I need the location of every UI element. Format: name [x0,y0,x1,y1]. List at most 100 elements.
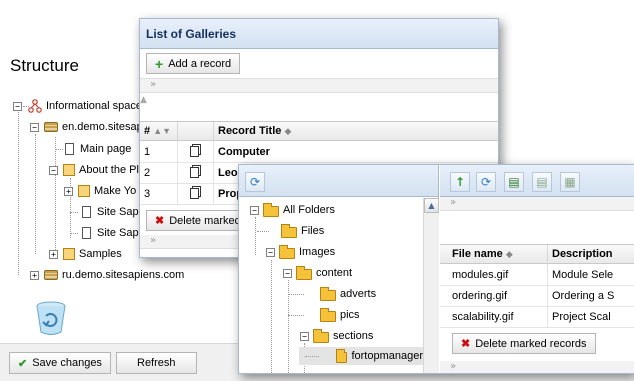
collapse-strip[interactable]: » [140,79,498,93]
file-description: Project Scal [548,307,634,327]
save-changes-button[interactable]: ✔ Save changes [9,352,111,374]
tree-label: Samples [79,248,122,260]
page-folder-icon [63,248,75,260]
folder-node-pics[interactable]: pics [288,306,360,324]
folder-node-all[interactable]: − All Folders [250,201,335,219]
add-record-button[interactable]: + Add a record [146,53,241,74]
tree-node-en-demo[interactable]: − en.demo.sitesapi [30,118,145,136]
scroll-up-icon[interactable]: ▲ [424,198,439,213]
file-row[interactable]: scalability.gif Project Scal [440,307,634,328]
galleries-title: List of Galleries [140,19,498,49]
collapse-toggle[interactable]: − [49,165,58,175]
add-record-label: Add a record [168,57,232,70]
collapse-toggle[interactable]: − [250,205,259,215]
tree-label: Informational space [46,100,142,112]
folder-up-icon[interactable]: ↑ [450,172,470,192]
folder-icon [336,349,348,363]
tree-node-site-sapi-2[interactable]: Site Sapi [70,224,141,242]
delete-marked-records-button[interactable]: ✖ Delete marked records [452,333,596,354]
network-icon [28,99,42,113]
folder-toolbar: ⟳ [239,165,438,197]
tree-connector [288,294,304,295]
collapse-toggle[interactable]: − [30,122,39,132]
refresh-files-icon[interactable]: ⟳ [476,172,496,192]
file-row[interactable]: ordering.gif Ordering a S [440,286,634,307]
galleries-grid-header: # ▲▼ Record Title ◆ [140,121,498,142]
folder-icon [320,287,336,301]
refresh-folders-icon[interactable]: ⟳ [245,172,265,192]
folder-node-files[interactable]: Files [257,222,325,240]
tree-label: Main page [80,143,132,155]
expand-arrows-icon: » [450,361,457,372]
tree-node-about[interactable]: − About the Pl [49,161,139,179]
tree-label: en.demo.sitesapi [62,121,146,133]
column-header-icon [178,122,214,142]
expand-arrows-icon: » [150,79,157,90]
collapse-toggle[interactable]: − [283,268,292,278]
delete-marked-label: Delete marked [169,214,241,227]
row-title: Computer [214,142,498,162]
expand-toggle[interactable]: + [64,186,73,196]
folder-icon [279,245,295,259]
tree-node-make-your[interactable]: + Make Yo [64,182,136,200]
refresh-button[interactable]: Refresh [116,352,197,374]
view-thumbnails-icon[interactable]: ▦ [560,172,580,192]
tree-node-ru-demo[interactable]: + ru.demo.sitesapiens.com [30,266,184,284]
tree-guide [271,260,272,373]
page-folder-icon [78,185,90,197]
folder-scrollbar[interactable]: ▲ [423,198,439,373]
recycle-bin-icon[interactable] [34,300,68,336]
tree-connector [305,356,319,357]
column-header-file-name[interactable]: File name ◆ [440,245,548,265]
folder-icon [281,224,297,238]
copy-icon-cell[interactable] [178,184,214,204]
tree-node-main-page[interactable]: Main page [55,140,131,158]
tree-node-site-sapi-1[interactable]: Site Sapi [70,203,141,221]
column-header-description[interactable]: Description [548,245,634,265]
tree-node-informational-space[interactable]: − Informational space [13,97,142,115]
folder-node-images[interactable]: − Images [266,243,335,261]
folder-node-sections[interactable]: − sections [300,327,373,345]
folder-label: sections [333,330,374,342]
folder-node-adverts[interactable]: adverts [288,285,376,303]
screen: Structure − Informational space − en.dem… [0,0,634,381]
folder-pane: ⟳ − All Folders Files − Images − content… [239,165,439,373]
tree-connector [55,149,63,150]
view-details-icon[interactable]: ▤ [504,172,524,192]
table-row[interactable]: 1 Computer [140,142,498,163]
expand-toggle[interactable]: + [49,249,58,259]
folder-node-content[interactable]: − content [283,264,352,282]
folder-label: All Folders [283,204,335,216]
site-icon [44,270,58,280]
column-header-num[interactable]: # ▲▼ [140,122,178,142]
folder-label: content [316,267,353,279]
tree-label: ru.demo.sitesapiens.com [62,269,185,281]
files-grid-header: File name ◆ Description [440,244,634,265]
file-description: Ordering a S [548,286,634,306]
copy-icon-cell[interactable] [178,163,214,183]
file-name: scalability.gif [440,307,548,327]
delete-icon: ✖ [155,215,165,227]
file-row[interactable]: modules.gif Module Sele [440,265,634,286]
tree-node-samples[interactable]: + Samples [49,245,122,263]
files-collapse-strip-bottom[interactable]: » [440,361,634,373]
collapse-toggle[interactable]: − [266,247,275,257]
file-name: ordering.gif [440,286,548,306]
view-list-icon[interactable]: ▤ [532,172,552,192]
collapse-toggle[interactable]: − [300,331,309,341]
row-num: 2 [140,163,178,183]
collapse-toggle[interactable]: − [13,101,22,111]
files-collapse-strip[interactable]: » [440,197,634,211]
tree-connector [288,315,304,316]
column-header-title[interactable]: Record Title ◆ [214,122,498,142]
delete-marked-button[interactable]: ✖ Delete marked [146,210,250,231]
folder-label: Images [299,246,336,258]
site-icon [44,122,58,132]
copy-icon-cell[interactable] [178,142,214,162]
expand-toggle[interactable]: + [30,270,39,280]
folder-node-fortopmanager[interactable]: fortopmanager [299,347,423,365]
page-title: Structure [10,56,79,75]
delete-icon: ✖ [461,338,471,350]
folder-label: Files [301,225,325,237]
folder-label: pics [340,309,360,321]
